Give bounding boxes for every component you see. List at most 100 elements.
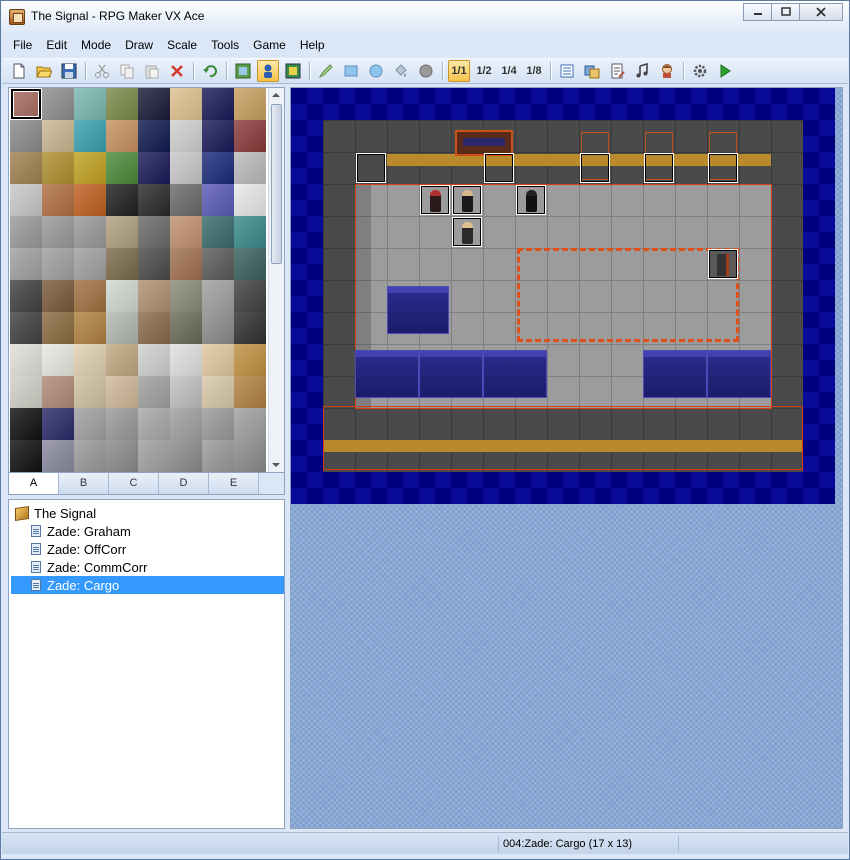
tile-swatch[interactable]	[234, 216, 266, 248]
tile-swatch[interactable]	[170, 152, 202, 184]
project-root[interactable]: The Signal	[11, 504, 284, 522]
npc-event[interactable]	[452, 185, 482, 215]
tile-swatch[interactable]	[170, 88, 202, 120]
menu-game[interactable]: Game	[246, 38, 293, 52]
map-editor-view[interactable]	[290, 87, 843, 829]
minimize-button[interactable]	[743, 3, 771, 21]
tile-swatch[interactable]	[202, 248, 234, 280]
tile-swatch[interactable]	[138, 440, 170, 472]
rectangle-button[interactable]	[340, 60, 362, 82]
tab-c[interactable]: C	[109, 473, 159, 494]
tile-swatch[interactable]	[42, 88, 74, 120]
tile-swatch[interactable]	[202, 280, 234, 312]
tile-swatch[interactable]	[10, 408, 42, 440]
tile-swatch[interactable]	[202, 184, 234, 216]
tile-swatch[interactable]	[10, 248, 42, 280]
tile-swatch[interactable]	[170, 184, 202, 216]
tile-swatch[interactable]	[42, 408, 74, 440]
tile-swatch[interactable]	[106, 312, 138, 344]
tile-swatch[interactable]	[202, 88, 234, 120]
door-event[interactable]	[356, 153, 386, 183]
tile-swatch[interactable]	[42, 344, 74, 376]
tile-swatch[interactable]	[106, 440, 138, 472]
tile-swatch[interactable]	[234, 344, 266, 376]
tile-swatch[interactable]	[202, 152, 234, 184]
character-generator-button[interactable]	[656, 60, 678, 82]
menu-tools[interactable]: Tools	[204, 38, 246, 52]
tile-swatch[interactable]	[170, 344, 202, 376]
tile-swatch[interactable]	[170, 376, 202, 408]
tile-swatch[interactable]	[234, 408, 266, 440]
tile-swatch[interactable]	[10, 440, 42, 472]
tile-swatch[interactable]	[10, 184, 42, 216]
tile-swatch[interactable]	[74, 312, 106, 344]
cut-button[interactable]	[91, 60, 113, 82]
new-project-button[interactable]	[8, 60, 30, 82]
menu-draw[interactable]: Draw	[118, 38, 160, 52]
tile-swatch[interactable]	[42, 152, 74, 184]
delete-button[interactable]	[166, 60, 188, 82]
tile-swatch[interactable]	[10, 312, 42, 344]
tile-swatch[interactable]	[138, 88, 170, 120]
tile-swatch[interactable]	[42, 184, 74, 216]
ellipse-button[interactable]	[365, 60, 387, 82]
tab-a[interactable]: A	[9, 473, 59, 494]
database-button[interactable]	[556, 60, 578, 82]
playtest-button[interactable]	[714, 60, 736, 82]
save-button[interactable]	[58, 60, 80, 82]
tile-swatch[interactable]	[106, 248, 138, 280]
tile-swatch[interactable]	[74, 376, 106, 408]
tile-swatch[interactable]	[74, 216, 106, 248]
tile-swatch[interactable]	[234, 120, 266, 152]
tile-swatch[interactable]	[42, 312, 74, 344]
tile-swatch[interactable]	[106, 88, 138, 120]
tile-swatch[interactable]	[170, 120, 202, 152]
tile-swatch[interactable]	[106, 184, 138, 216]
tile-swatch[interactable]	[138, 280, 170, 312]
sound-test-button[interactable]	[631, 60, 653, 82]
npc-event[interactable]	[452, 217, 482, 247]
tile-swatch[interactable]	[106, 408, 138, 440]
map-canvas[interactable]	[291, 88, 835, 504]
menu-mode[interactable]: Mode	[74, 38, 118, 52]
tile-swatch[interactable]	[234, 440, 266, 472]
tile-swatch[interactable]	[234, 312, 266, 344]
npc-event[interactable]	[516, 185, 546, 215]
tile-swatch[interactable]	[138, 344, 170, 376]
tile-swatch[interactable]	[170, 280, 202, 312]
tab-d[interactable]: D	[159, 473, 209, 494]
scale-1-8-button[interactable]: 1/8	[523, 60, 545, 82]
tile-swatch[interactable]	[106, 344, 138, 376]
tile-swatch[interactable]	[74, 120, 106, 152]
tile-swatch[interactable]	[42, 216, 74, 248]
door-event[interactable]	[580, 153, 610, 183]
scroll-thumb[interactable]	[271, 104, 282, 264]
open-project-button[interactable]	[33, 60, 55, 82]
tile-swatch[interactable]	[74, 248, 106, 280]
map-item-offcorr[interactable]: Zade: OffCorr	[11, 540, 284, 558]
door-event[interactable]	[484, 153, 514, 183]
map-item-graham[interactable]: Zade: Graham	[11, 522, 284, 540]
tile-swatch[interactable]	[10, 152, 42, 184]
scroll-up-icon[interactable]	[272, 93, 280, 97]
maximize-button[interactable]	[771, 3, 799, 21]
tile-swatch[interactable]	[106, 376, 138, 408]
tile-swatch[interactable]	[10, 88, 42, 120]
tile-swatch[interactable]	[202, 408, 234, 440]
tile-swatch[interactable]	[202, 312, 234, 344]
tileset-scrollbar[interactable]	[268, 88, 284, 472]
tile-swatch[interactable]	[10, 344, 42, 376]
tile-swatch[interactable]	[74, 408, 106, 440]
tile-grid[interactable]	[10, 88, 268, 472]
door-event[interactable]	[644, 153, 674, 183]
menu-scale[interactable]: Scale	[160, 38, 204, 52]
tile-swatch[interactable]	[138, 408, 170, 440]
region-mode-button[interactable]	[282, 60, 304, 82]
resource-manager-button[interactable]	[581, 60, 603, 82]
scale-1-4-button[interactable]: 1/4	[498, 60, 520, 82]
tile-swatch[interactable]	[138, 216, 170, 248]
scale-1-2-button[interactable]: 1/2	[473, 60, 495, 82]
menu-edit[interactable]: Edit	[39, 38, 74, 52]
tile-swatch[interactable]	[42, 440, 74, 472]
event-mode-button[interactable]	[257, 60, 279, 82]
